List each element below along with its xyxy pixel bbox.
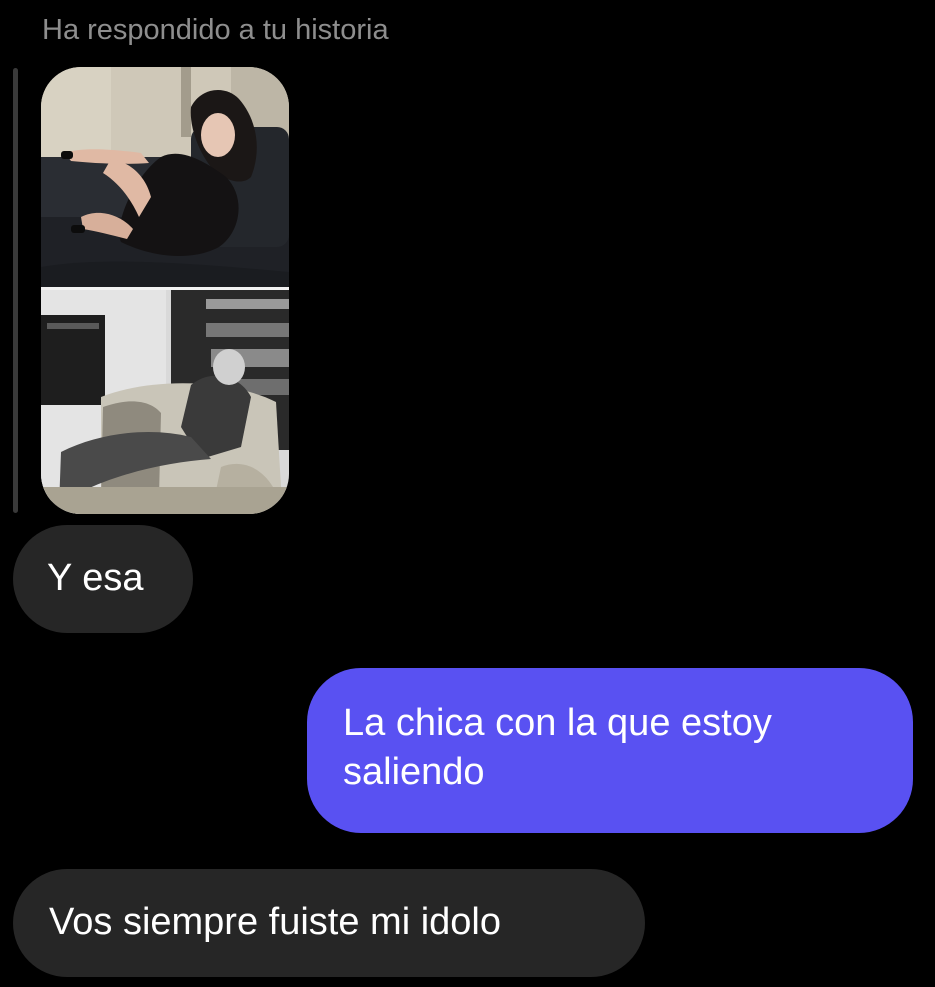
- story-reply-label: Ha respondido a tu historia: [42, 14, 389, 46]
- message-text: La chica con la que estoy saliendo: [343, 702, 772, 793]
- story-collage-image: [41, 67, 289, 514]
- story-top-photo: [41, 67, 289, 287]
- message-text: Vos siempre fuiste mi idolo: [49, 901, 501, 943]
- message-bubble-received[interactable]: Vos siempre fuiste mi idolo: [13, 869, 645, 977]
- story-thumbnail[interactable]: [41, 67, 289, 514]
- story-bottom-photo: [41, 290, 289, 514]
- story-reply-indicator-bar: [13, 68, 18, 513]
- message-bubble-sent[interactable]: La chica con la que estoy saliendo: [307, 668, 913, 833]
- message-text: Y esa: [47, 557, 144, 599]
- message-bubble-received[interactable]: Y esa: [13, 525, 193, 633]
